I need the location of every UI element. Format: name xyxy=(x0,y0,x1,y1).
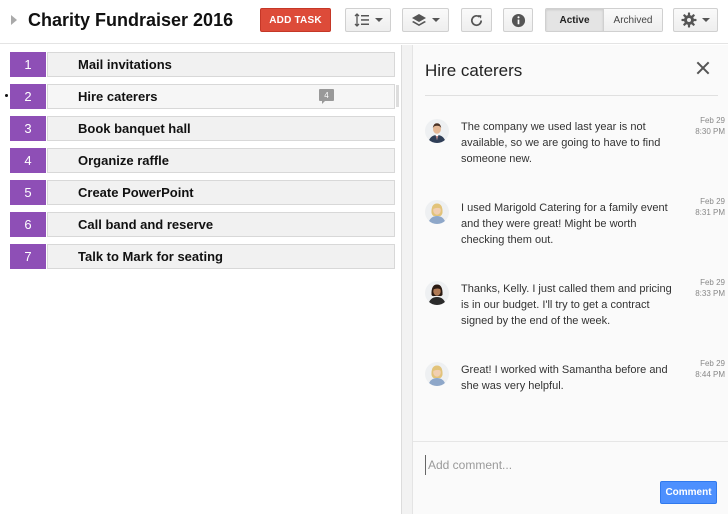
task-row[interactable]: 4 Organize raffle xyxy=(10,148,395,173)
add-task-button[interactable]: ADD TASK xyxy=(260,8,331,32)
detail-title: Hire caterers xyxy=(425,61,523,80)
task-title-text: Hire caterers xyxy=(78,89,158,104)
task-number: 4 xyxy=(10,148,46,173)
comment-text: The company we used last year is not ava… xyxy=(461,121,661,165)
task-number: 7 xyxy=(10,244,46,269)
task-title[interactable]: Mail invitations xyxy=(47,52,395,77)
gear-icon xyxy=(681,12,697,28)
filter-archived-tab[interactable]: Archived xyxy=(604,9,662,31)
task-title[interactable]: Book banquet hall xyxy=(47,116,395,141)
panel-splitter[interactable] xyxy=(401,45,413,514)
task-row[interactable]: 1 Mail invitations xyxy=(10,52,395,77)
expand-arrow-icon[interactable] xyxy=(11,15,17,25)
settings-button[interactable] xyxy=(673,8,718,32)
header-bar: Charity Fundraiser 2016 ADD TASK Active … xyxy=(0,0,728,44)
comment-date: Feb 29 xyxy=(700,278,725,287)
layers-icon xyxy=(412,13,426,26)
filter-active-tab[interactable]: Active xyxy=(546,9,604,31)
task-title[interactable]: Hire caterers 4 xyxy=(47,84,395,109)
comment-text: I used Marigold Catering for a family ev… xyxy=(461,202,668,246)
comment-text: Great! I worked with Samantha before and… xyxy=(461,364,668,392)
sort-icon xyxy=(354,13,369,27)
status-filter: Active Archived xyxy=(545,8,663,32)
chevron-down-icon xyxy=(374,18,383,22)
info-icon xyxy=(511,13,525,27)
task-number: 1 xyxy=(10,52,46,77)
divider xyxy=(413,441,728,442)
comment-timestamp: Feb 29 8:44 PM xyxy=(683,358,725,380)
task-title[interactable]: Create PowerPoint xyxy=(47,180,395,205)
task-number: 2 xyxy=(10,84,46,109)
comment-date: Feb 29 xyxy=(700,197,725,206)
project-title: Charity Fundraiser 2016 xyxy=(28,10,234,30)
task-row[interactable]: 3 Book banquet hall xyxy=(10,116,395,141)
comment-timestamp: Feb 29 8:30 PM xyxy=(683,115,725,137)
avatar xyxy=(425,200,449,224)
sort-button[interactable] xyxy=(345,8,391,32)
layers-button[interactable] xyxy=(402,8,449,32)
divider xyxy=(425,95,718,96)
comment-date: Feb 29 xyxy=(700,116,725,125)
refresh-button[interactable] xyxy=(461,8,492,32)
avatar xyxy=(425,362,449,386)
task-number: 6 xyxy=(10,212,46,237)
comment-date: Feb 29 xyxy=(700,359,725,368)
comment-time: 8:30 PM xyxy=(695,127,725,136)
comment-time: 8:33 PM xyxy=(695,289,725,298)
chevron-down-icon xyxy=(432,18,440,22)
task-number: 5 xyxy=(10,180,46,205)
chevron-down-icon xyxy=(702,18,710,22)
task-row[interactable]: 5 Create PowerPoint xyxy=(10,180,395,205)
task-row[interactable]: 6 Call band and reserve xyxy=(10,212,395,237)
close-icon[interactable] xyxy=(696,61,710,75)
comment-time: 8:31 PM xyxy=(695,208,725,217)
task-row[interactable]: 2 Hire caterers 4 xyxy=(10,84,395,109)
avatar xyxy=(425,119,449,143)
task-title[interactable]: Organize raffle xyxy=(47,148,395,173)
task-detail-panel: Hire caterers The company we used last y… xyxy=(413,45,728,514)
selection-indicator xyxy=(5,94,8,97)
task-number: 3 xyxy=(10,116,46,141)
comment-text: Thanks, Kelly. I just called them and pr… xyxy=(461,283,672,327)
refresh-icon xyxy=(470,14,483,26)
comment-timestamp: Feb 29 8:31 PM xyxy=(683,196,725,218)
task-list: 1 Mail invitations 2 Hire caterers 4 3 B… xyxy=(0,45,402,514)
comment-button[interactable]: Comment xyxy=(660,481,717,504)
info-button[interactable] xyxy=(503,8,533,32)
comment-count-badge: 4 xyxy=(319,89,334,104)
task-row[interactable]: 7 Talk to Mark for seating xyxy=(10,244,395,269)
task-title[interactable]: Call band and reserve xyxy=(47,212,395,237)
comment-time: 8:44 PM xyxy=(695,370,725,379)
add-comment-input[interactable] xyxy=(425,455,715,475)
avatar xyxy=(425,281,449,305)
task-title[interactable]: Talk to Mark for seating xyxy=(47,244,395,269)
drag-handle[interactable] xyxy=(396,85,399,107)
comment-timestamp: Feb 29 8:33 PM xyxy=(683,277,725,299)
